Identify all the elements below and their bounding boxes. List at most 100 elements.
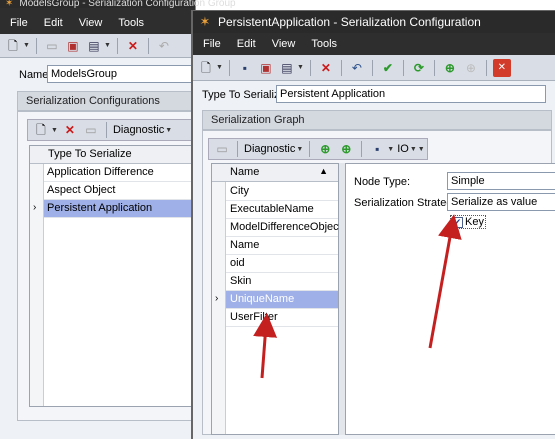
next-record-icon[interactable]: ⊕ <box>337 140 355 158</box>
toolbar-separator <box>402 59 404 76</box>
delete-icon[interactable]: ✕ <box>124 37 142 55</box>
member-name: UniqueName <box>230 293 295 305</box>
toolbar-separator <box>340 59 342 76</box>
chevron-down-icon[interactable]: ▼ <box>296 146 303 153</box>
save-close-icon[interactable]: ▣ <box>257 59 275 77</box>
list-item[interactable]: UserFilter <box>226 309 338 327</box>
type-cell: Persistent Application <box>47 202 153 214</box>
save-new-icon[interactable]: ▤ <box>278 59 296 77</box>
column-header-type[interactable]: Type To Serialize <box>48 148 132 160</box>
back-window-titlebar[interactable]: ✶ ModelsGroup - Serialization Configurat… <box>0 0 236 9</box>
chevron-down-icon[interactable]: ▼ <box>51 127 58 134</box>
save-close-icon[interactable]: ▣ <box>64 37 82 55</box>
new-icon[interactable]: 🗋 <box>4 37 22 55</box>
list-item-selected[interactable]: UniqueName <box>226 291 338 309</box>
menu-view[interactable]: View <box>79 17 103 29</box>
type-cell: Aspect Object <box>47 184 116 196</box>
front-window-titlebar[interactable]: ✶ PersistentApplication - Serialization … <box>193 11 555 33</box>
toolbar-separator <box>361 141 363 157</box>
toolbar-separator <box>228 59 230 76</box>
sort-ascending-icon: ▲ <box>319 166 328 176</box>
node-type-field[interactable]: Simple <box>447 172 555 190</box>
member-list-header[interactable]: Name ▲ <box>212 164 338 182</box>
member-name: Name <box>230 239 260 251</box>
row-indicator-column <box>30 164 44 406</box>
list-item[interactable]: ExecutableName <box>226 201 338 219</box>
checkbox-checked-icon: ✔ <box>452 216 463 228</box>
new-icon[interactable]: 🗋 <box>32 121 50 139</box>
chevron-down-icon[interactable]: ▼ <box>387 146 394 153</box>
row-pointer-icon: › <box>215 293 219 304</box>
list-item[interactable]: oid <box>226 255 338 273</box>
undo-icon[interactable]: ↶ <box>155 37 173 55</box>
toolbar-separator <box>116 37 118 54</box>
type-to-serialize-field[interactable]: Persistent Application <box>276 85 546 103</box>
front-window: ✶ PersistentApplication - Serialization … <box>191 10 555 439</box>
chevron-down-icon[interactable]: ▼ <box>216 64 223 71</box>
undo-icon[interactable]: ↶ <box>348 59 366 77</box>
toolbar-separator <box>105 122 107 138</box>
list-item[interactable]: Name <box>226 237 338 255</box>
member-name: ModelDifferenceObjects <box>230 221 348 233</box>
menu-file[interactable]: File <box>10 17 28 29</box>
row-indicator-column <box>212 182 226 434</box>
type-cell: Application Difference <box>47 166 154 178</box>
save-new-icon[interactable]: ▤ <box>85 37 103 55</box>
serialization-configurations-header: Serialization Configurations <box>17 91 197 111</box>
new-icon[interactable]: 🗋 <box>197 59 215 77</box>
chevron-down-icon[interactable]: ▼ <box>23 42 30 49</box>
menu-file[interactable]: File <box>203 38 221 50</box>
toolbar-separator <box>371 59 373 76</box>
toolbar-separator <box>147 37 149 54</box>
menu-edit[interactable]: Edit <box>237 38 256 50</box>
node-type-label: Node Type: <box>354 176 411 188</box>
delete-icon[interactable]: ✕ <box>61 121 79 139</box>
chevron-down-icon[interactable]: ▼ <box>418 146 425 153</box>
list-item[interactable]: Skin <box>226 273 338 291</box>
member-name: oid <box>230 257 245 269</box>
diagnostic-button[interactable]: Diagnostic <box>244 143 295 155</box>
chevron-down-icon[interactable]: ▼ <box>104 42 111 49</box>
serialization-graph-header: Serialization Graph <box>202 110 552 130</box>
refresh-icon[interactable]: ⟳ <box>410 59 428 77</box>
back-toolbar: 🗋 ▼ ▭ ▣ ▤ ▼ ✕ ↶ <box>0 34 195 58</box>
menu-tools[interactable]: Tools <box>311 38 337 50</box>
previous-record-icon[interactable]: ⊕ <box>316 140 334 158</box>
front-toolbar: 🗋 ▼ ▪ ▣ ▤ ▼ ✕ ↶ ✔ ⟳ ⊕ ⊕ ✕ <box>193 55 555 81</box>
back-window-title: ModelsGroup - Serialization Configuratio… <box>19 0 236 9</box>
row-pointer-icon: › <box>33 202 37 213</box>
io-button[interactable]: IO <box>397 143 409 155</box>
delete-icon[interactable]: ✕ <box>317 59 335 77</box>
name-field[interactable]: ModelsGroup <box>47 65 196 83</box>
menu-tools[interactable]: Tools <box>118 17 144 29</box>
menu-view[interactable]: View <box>272 38 296 50</box>
save-icon[interactable]: ▭ <box>43 37 61 55</box>
front-menubar: File Edit View Tools <box>193 33 555 55</box>
table-row-selected[interactable]: Persistent Application <box>44 200 196 218</box>
strategy-field[interactable]: Serialize as value <box>447 193 555 211</box>
refresh-icon[interactable]: ▭ <box>82 121 100 139</box>
save-icon[interactable]: ▪ <box>236 59 254 77</box>
list-item[interactable]: City <box>226 183 338 201</box>
configurations-grid: Type To Serialize Application Difference… <box>29 145 197 407</box>
chevron-down-icon[interactable]: ▼ <box>297 64 304 71</box>
table-row[interactable]: Application Difference <box>44 164 196 182</box>
refresh-icon[interactable]: ▭ <box>213 140 231 158</box>
toolbar-separator <box>309 141 311 157</box>
close-icon[interactable]: ✕ <box>492 58 511 77</box>
key-checkbox[interactable]: ✔ Key <box>450 215 486 229</box>
chevron-down-icon[interactable]: ▼ <box>410 146 417 153</box>
member-list: Name ▲ City ExecutableName ModelDifferen… <box>211 163 347 435</box>
menu-edit[interactable]: Edit <box>44 17 63 29</box>
chevron-down-icon[interactable]: ▼ <box>165 127 172 134</box>
column-header-name: Name <box>230 166 260 178</box>
next-record-icon[interactable]: ⊕ <box>462 59 480 77</box>
diagnostic-button[interactable]: Diagnostic <box>113 124 164 136</box>
table-row[interactable]: Aspect Object <box>44 182 196 200</box>
properties-panel: Node Type: Simple Serialization Strategy… <box>345 163 555 435</box>
member-name: UserFilter <box>230 311 278 323</box>
save-io-icon[interactable]: ▪ <box>368 140 386 158</box>
list-item[interactable]: ModelDifferenceObjects <box>226 219 347 237</box>
previous-record-icon[interactable]: ⊕ <box>441 59 459 77</box>
validate-check-icon[interactable]: ✔ <box>379 59 397 77</box>
